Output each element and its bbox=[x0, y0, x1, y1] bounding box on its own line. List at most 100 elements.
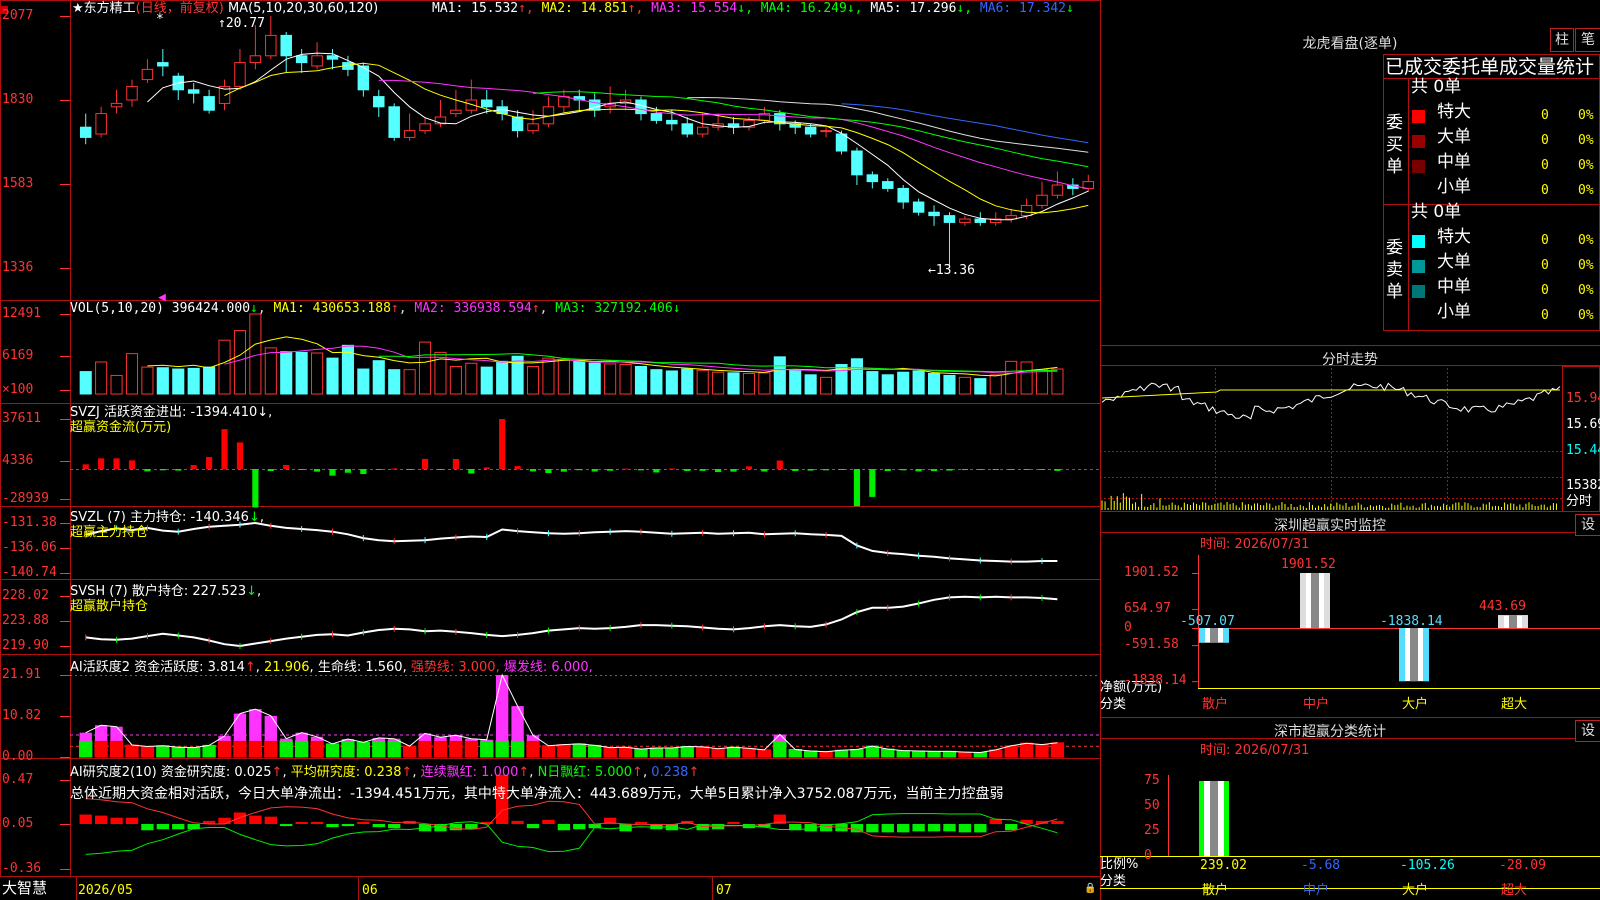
ai1-bar bbox=[726, 746, 741, 758]
svzj-bar bbox=[884, 469, 891, 471]
cls-stats-title: 深市超赢分类统计 bbox=[1274, 724, 1386, 740]
sz-settings-button[interactable]: 设 bbox=[1575, 514, 1600, 536]
svzj-bar bbox=[869, 469, 876, 497]
volume-bar bbox=[665, 370, 678, 395]
ai1-bar-top bbox=[495, 675, 509, 741]
candle-body bbox=[249, 55, 262, 64]
volume-bar bbox=[465, 362, 478, 395]
ai2-bar bbox=[125, 817, 139, 824]
volume-bar bbox=[989, 374, 1002, 395]
svzj-bar bbox=[607, 469, 614, 471]
volume-bar bbox=[326, 357, 339, 395]
svzj-bar bbox=[992, 469, 999, 470]
svzj-bar bbox=[807, 469, 814, 471]
lhkp-title: 龙虎看盘(逐单) bbox=[1302, 36, 1398, 52]
candle-body bbox=[157, 62, 169, 67]
ai1-bar bbox=[418, 740, 432, 758]
sell-row-name: 小单 bbox=[1437, 302, 1471, 322]
ma-legend: MA1: 15.532↑, MA2: 14.851↑, MA3: 15.554↓… bbox=[432, 1, 1074, 16]
volume-bar bbox=[1051, 368, 1064, 395]
svzj-bar bbox=[591, 469, 598, 472]
ai2-bar bbox=[573, 824, 586, 830]
ai1-bar bbox=[248, 740, 263, 758]
date-label-jul: 07 bbox=[716, 883, 732, 898]
svzj-bar bbox=[1008, 469, 1015, 470]
volume-bar bbox=[203, 366, 216, 395]
volume-bar bbox=[820, 376, 833, 395]
buy-row-pct: 0% bbox=[1578, 133, 1594, 148]
ai1-bar-top bbox=[79, 732, 92, 741]
volume-bar bbox=[742, 373, 756, 395]
svzj-bar bbox=[576, 469, 583, 471]
fenshi-axis-1: 15.94 bbox=[1566, 391, 1600, 406]
candle-body bbox=[928, 211, 940, 217]
tick-mode-button[interactable]: 笔 bbox=[1575, 28, 1600, 52]
candle-body bbox=[141, 68, 154, 81]
stock-header: ★东方精工(日线，前复权) MA(5,10,20,30,60,120) bbox=[72, 1, 379, 16]
svsh-axis-label-2: 219.90 bbox=[2, 638, 49, 653]
ai2-bar bbox=[94, 815, 108, 824]
volume-bar bbox=[758, 372, 771, 395]
candle-body bbox=[820, 130, 832, 133]
ai2-bar bbox=[449, 824, 463, 831]
svzj-axis-label-1: 4336 bbox=[2, 453, 34, 468]
sz-category-1: 中户 bbox=[1303, 697, 1330, 712]
svzj-bar bbox=[622, 468, 629, 470]
svzj-bar bbox=[499, 419, 506, 469]
volume-bar bbox=[650, 369, 663, 395]
bar-mode-button[interactable]: 柱 bbox=[1550, 28, 1574, 52]
sell-side-label: 委卖单 bbox=[1386, 238, 1403, 302]
svzj-bar bbox=[159, 469, 166, 471]
sz-bar-mid bbox=[1509, 615, 1517, 628]
svzj-bar bbox=[190, 465, 197, 469]
sz-bar-edge-l bbox=[1498, 615, 1504, 628]
brand-logo: 大智慧 bbox=[2, 879, 48, 897]
volume-bar bbox=[233, 330, 247, 395]
volume-bar bbox=[218, 339, 231, 395]
ai2-bar bbox=[156, 824, 170, 830]
cls-axis-label-2: 25 bbox=[1144, 823, 1160, 838]
sell-row-pct: 0% bbox=[1578, 308, 1594, 323]
price-axis-label-0: 2077 bbox=[2, 8, 34, 23]
candle-body bbox=[804, 126, 817, 135]
candle-body bbox=[110, 102, 123, 108]
ai2-bar bbox=[557, 824, 571, 831]
sell-row-pct: 0% bbox=[1578, 283, 1594, 298]
sz-category-3: 超大 bbox=[1501, 697, 1528, 712]
sz-bar-edge-l bbox=[1199, 628, 1205, 643]
svzj-bar bbox=[761, 469, 768, 472]
ai1-bar bbox=[572, 743, 586, 758]
svzj-bar bbox=[206, 457, 213, 469]
ai1-bar bbox=[649, 747, 664, 758]
volume-bar bbox=[804, 374, 817, 395]
svzj-bar bbox=[468, 469, 475, 474]
buy-row-count: 0 bbox=[1541, 108, 1549, 123]
volume-bar bbox=[542, 357, 555, 395]
ma-legend-item: MA1: 15.532 bbox=[432, 1, 519, 16]
volume-bar bbox=[1020, 361, 1033, 395]
buy-row-name: 中单 bbox=[1437, 152, 1471, 172]
buy-row-count: 0 bbox=[1541, 133, 1549, 148]
ai2-bar bbox=[372, 824, 385, 828]
svzj-bar bbox=[715, 469, 722, 473]
svsh-subtitle: 超赢散户持仓 bbox=[70, 599, 149, 614]
ai1-line bbox=[85, 673, 1058, 754]
cls-settings-button[interactable]: 设 bbox=[1575, 720, 1600, 742]
candle-body bbox=[403, 130, 416, 138]
candle-body bbox=[234, 62, 246, 87]
volume-bar bbox=[187, 367, 200, 395]
ai1-bar-top bbox=[233, 713, 247, 741]
cls-value-label-1: -5.68 bbox=[1301, 858, 1341, 873]
ma-legend-item: MA2: 14.851 bbox=[541, 1, 628, 16]
ai1-bar bbox=[464, 740, 478, 758]
lock-icon[interactable]: 🔒 bbox=[1084, 881, 1096, 896]
price-axis-label-3: 1336 bbox=[2, 260, 34, 275]
cls-axis-label-1: 50 bbox=[1144, 798, 1160, 813]
svzj-bar bbox=[637, 469, 645, 471]
candle-body bbox=[974, 218, 987, 223]
volume-bar bbox=[388, 369, 401, 395]
ai1-bar bbox=[850, 749, 864, 758]
svzj-bar bbox=[1054, 469, 1061, 471]
svzj-bar bbox=[900, 469, 907, 471]
ma2-line bbox=[224, 62, 1089, 214]
